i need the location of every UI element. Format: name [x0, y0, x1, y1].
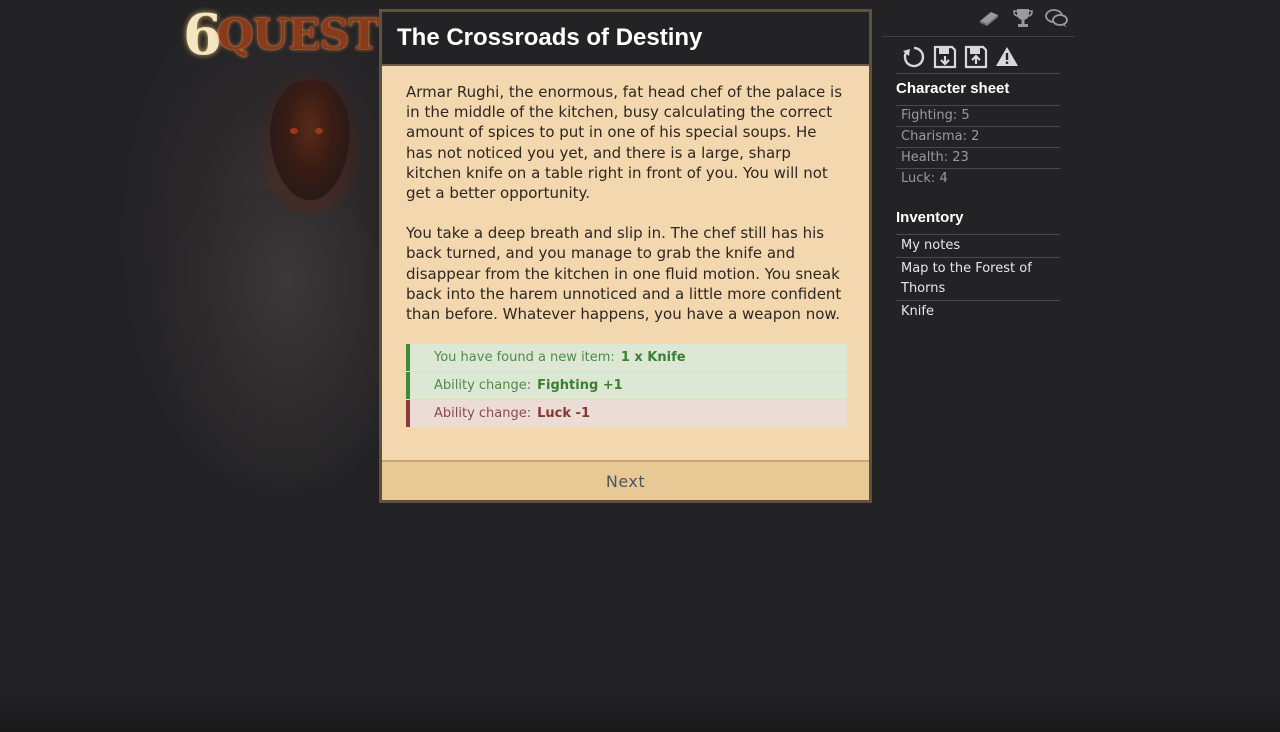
notices-list: You have found a new item: 1 x Knife Abi… [406, 344, 847, 428]
skull-eye [290, 128, 298, 134]
inventory-title: Inventory [896, 209, 964, 226]
story-paragraph: Armar Rughi, the enormous, fat head chef… [406, 83, 843, 203]
inventory-item-my-notes[interactable]: My notes [896, 234, 1060, 258]
inventory-item-map[interactable]: Map to the Forest of Thorns [896, 258, 1060, 301]
chat-bubbles-icon[interactable] [1045, 6, 1069, 30]
notice-label: You have found a new item: [434, 350, 615, 366]
trophy-icon[interactable] [1011, 6, 1035, 30]
stat-charisma: Charisma: 2 [896, 127, 1060, 148]
notice-ability-loss: Ability change: Luck -1 [406, 400, 847, 428]
next-bar: Next [382, 460, 869, 500]
sidebar: Character sheet Fighting: 5 Charisma: 2 … [882, 0, 1075, 323]
save-download-icon[interactable] [933, 45, 957, 69]
divider [896, 73, 1060, 74]
stats-list: Fighting: 5 Charisma: 2 Health: 23 Luck:… [896, 105, 1060, 189]
armor-shape [160, 190, 385, 490]
logo-word: QUEST [217, 10, 380, 59]
notice-value: Fighting +1 [537, 378, 623, 394]
save-upload-icon[interactable] [964, 45, 988, 69]
top-icon-bar [882, 0, 1075, 37]
notice-value: Luck -1 [537, 406, 590, 422]
book-icon[interactable] [977, 6, 1001, 30]
notice-label: Ability change: [434, 378, 532, 394]
page-bottom-fade [0, 692, 1280, 732]
story-text: Armar Rughi, the enormous, fat head chef… [382, 66, 869, 324]
restart-icon[interactable] [902, 45, 926, 69]
warning-icon[interactable] [995, 45, 1019, 69]
notice-ability-gain: Ability change: Fighting +1 [406, 372, 847, 400]
next-button[interactable]: Next [606, 472, 645, 491]
inventory-list: My notes Map to the Forest of Thorns Kni… [896, 234, 1060, 323]
notice-item-found: You have found a new item: 1 x Knife [406, 344, 847, 372]
logo[interactable]: 6 QUEST [183, 2, 380, 70]
background-artwork [120, 20, 385, 500]
skull-eye [315, 128, 323, 134]
story-paragraph: You take a deep breath and slip in. The … [406, 224, 842, 324]
notice-value: 1 x Knife [620, 350, 686, 366]
action-icon-bar [882, 37, 1075, 73]
character-sheet-title: Character sheet [896, 80, 1010, 97]
stat-luck: Luck: 4 [901, 171, 948, 186]
story-header: The Crossroads of Destiny [382, 12, 869, 66]
story-panel: The Crossroads of Destiny Armar Rughi, t… [379, 9, 872, 503]
stat-health: Health: 23 [896, 148, 1060, 169]
notice-label: Ability change: [434, 406, 532, 422]
skull-shape [270, 80, 350, 200]
inventory-item-knife[interactable]: Knife [896, 301, 1060, 323]
stat-fighting: Fighting: 5 [896, 105, 1060, 127]
story-title: The Crossroads of Destiny [397, 24, 703, 51]
